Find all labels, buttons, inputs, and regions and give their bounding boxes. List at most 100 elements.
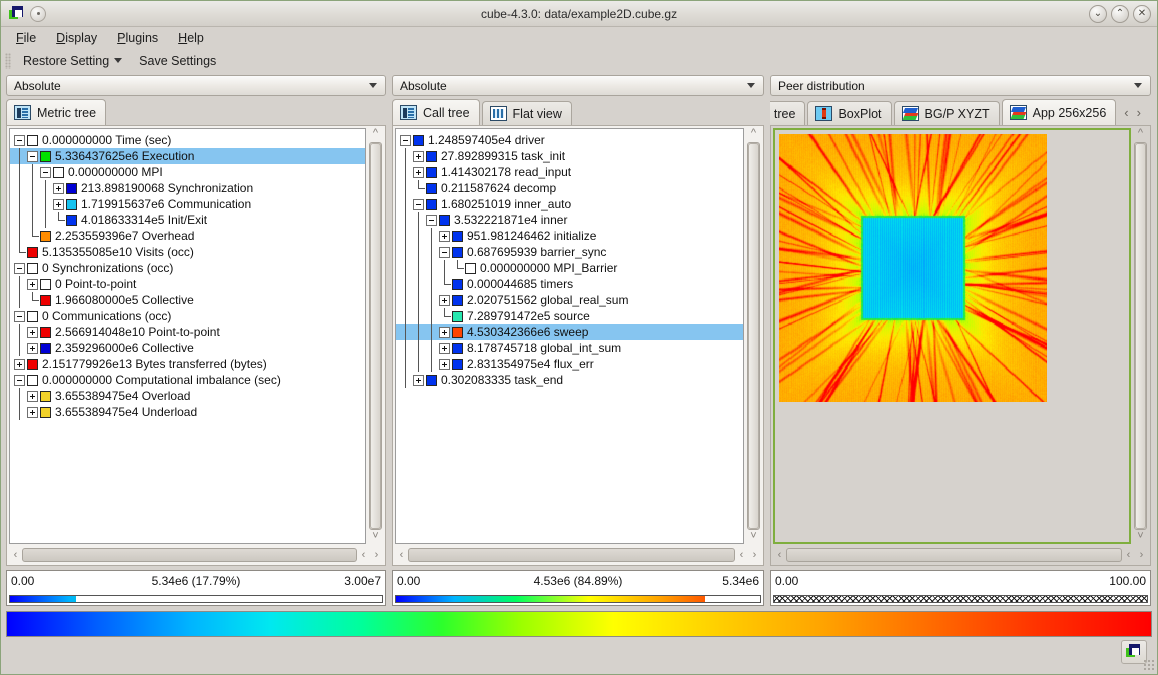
tree-row[interactable]: 27.892899315 task_init: [396, 148, 743, 164]
tree-row[interactable]: 2.566914048e10 Point-to-point: [10, 324, 365, 340]
tree-row[interactable]: 8.178745718 global_int_sum: [396, 340, 743, 356]
tree-row[interactable]: 0.000000000 Computational imbalance (sec…: [10, 372, 365, 388]
tab-boxplot[interactable]: BoxPlot: [807, 101, 891, 125]
toolbar-grip[interactable]: [5, 53, 11, 69]
scroll-thumb[interactable]: [370, 143, 381, 529]
tree-row[interactable]: 2.359296000e6 Collective: [10, 340, 365, 356]
tree-row[interactable]: 0 Point-to-point: [10, 276, 365, 292]
scroll-down-icon[interactable]: ˅: [1137, 531, 1143, 544]
tree-row[interactable]: 4.530342366e6 sweep: [396, 324, 743, 340]
scroll-left-icon[interactable]: ‹: [395, 549, 408, 561]
call-horizontal-scrollbar[interactable]: ‹ ‹ ›: [395, 546, 761, 563]
system-horizontal-scrollbar[interactable]: ‹ ‹ ›: [773, 546, 1148, 563]
tree-row[interactable]: 2.831354975e4 flux_err: [396, 356, 743, 372]
tree-row[interactable]: 0.000000000 Time (sec): [10, 132, 365, 148]
metric-tree-view[interactable]: 0.000000000 Time (sec)5.336437625e6 Exec…: [9, 128, 366, 544]
expand-icon[interactable]: [439, 231, 450, 242]
tab-bgp-xyzt[interactable]: BG/P XYZT: [894, 101, 1000, 125]
scroll-left-step-icon[interactable]: ‹: [735, 549, 748, 561]
minimize-button[interactable]: ⌄: [1089, 5, 1107, 23]
tree-row[interactable]: 0.000000000 MPI_Barrier: [396, 260, 743, 276]
resize-grip[interactable]: [1143, 659, 1155, 671]
tree-row[interactable]: 0.000044685 timers: [396, 276, 743, 292]
tree-row[interactable]: 0 Synchronizations (occ): [10, 260, 365, 276]
save-settings-button[interactable]: Save Settings: [132, 52, 223, 70]
call-vertical-scrollbar[interactable]: ^ ˅: [746, 128, 761, 544]
tree-row[interactable]: 3.532221871e4 inner: [396, 212, 743, 228]
expand-icon[interactable]: [413, 151, 424, 162]
maximize-button[interactable]: ⌃: [1111, 5, 1129, 23]
window-menu-icon[interactable]: [30, 6, 46, 22]
metric-horizontal-scrollbar[interactable]: ‹ ‹ ›: [9, 546, 383, 563]
tab-app-256x256[interactable]: App 256x256: [1002, 99, 1117, 125]
tree-row[interactable]: 5.135355085e10 Visits (occ): [10, 244, 365, 260]
collapse-icon[interactable]: [14, 135, 25, 146]
collapse-icon[interactable]: [14, 375, 25, 386]
tree-row[interactable]: 1.719915637e6 Communication: [10, 196, 365, 212]
collapse-icon[interactable]: [439, 247, 450, 258]
close-button[interactable]: ✕: [1133, 5, 1151, 23]
tree-row[interactable]: 0.687695939 barrier_sync: [396, 244, 743, 260]
tab-call-tree[interactable]: Call tree: [392, 99, 480, 125]
tree-row[interactable]: 3.655389475e4 Overload: [10, 388, 365, 404]
collapse-icon[interactable]: [14, 311, 25, 322]
expand-icon[interactable]: [53, 199, 64, 210]
scroll-thumb[interactable]: [786, 548, 1122, 562]
expand-icon[interactable]: [27, 407, 38, 418]
metric-vertical-scrollbar[interactable]: ^ ˅: [368, 128, 383, 544]
scroll-down-icon[interactable]: ˅: [750, 531, 756, 544]
menu-file[interactable]: File: [7, 29, 45, 47]
expand-icon[interactable]: [14, 359, 25, 370]
tab-prev-icon[interactable]: ‹: [1124, 105, 1128, 120]
scroll-right-icon[interactable]: ›: [370, 549, 383, 561]
tab-next-icon[interactable]: ›: [1137, 105, 1141, 120]
scroll-left-icon[interactable]: ‹: [773, 549, 786, 561]
scroll-down-icon[interactable]: ˅: [372, 531, 378, 544]
tree-row[interactable]: 2.253559396e7 Overhead: [10, 228, 365, 244]
expand-icon[interactable]: [439, 295, 450, 306]
metric-value-mode-select[interactable]: Absolute: [6, 75, 386, 96]
tree-row[interactable]: 0 Communications (occ): [10, 308, 365, 324]
expand-icon[interactable]: [439, 343, 450, 354]
tab-system-tree[interactable]: m tree: [770, 101, 805, 125]
scroll-right-icon[interactable]: ›: [1135, 549, 1148, 561]
tree-row[interactable]: 0.000000000 MPI: [10, 164, 365, 180]
scroll-right-icon[interactable]: ›: [748, 549, 761, 561]
tree-row[interactable]: 3.655389475e4 Underload: [10, 404, 365, 420]
scroll-thumb[interactable]: [408, 548, 735, 562]
tree-row[interactable]: 2.020751562 global_real_sum: [396, 292, 743, 308]
tree-row[interactable]: 1.680251019 inner_auto: [396, 196, 743, 212]
menu-display[interactable]: Display: [47, 29, 106, 47]
tree-row[interactable]: 0.302083335 task_end: [396, 372, 743, 388]
expand-icon[interactable]: [27, 391, 38, 402]
restore-setting-button[interactable]: Restore Setting: [16, 52, 129, 70]
scroll-up-icon[interactable]: ^: [751, 128, 756, 141]
menu-plugins[interactable]: Plugins: [108, 29, 167, 47]
collapse-icon[interactable]: [14, 263, 25, 274]
color-legend[interactable]: [6, 611, 1152, 637]
tree-row[interactable]: 1.966080000e5 Collective: [10, 292, 365, 308]
expand-icon[interactable]: [413, 375, 424, 386]
scroll-up-icon[interactable]: ^: [1138, 128, 1143, 141]
expand-icon[interactable]: [439, 327, 450, 338]
collapse-icon[interactable]: [400, 135, 411, 146]
system-vertical-scrollbar[interactable]: ^ ˅: [1133, 128, 1148, 544]
call-value-mode-select[interactable]: Absolute: [392, 75, 764, 96]
collapse-icon[interactable]: [40, 167, 51, 178]
tree-row[interactable]: 1.414302178 read_input: [396, 164, 743, 180]
scroll-thumb[interactable]: [748, 143, 759, 529]
scroll-left-step-icon[interactable]: ‹: [1122, 549, 1135, 561]
scroll-left-step-icon[interactable]: ‹: [357, 549, 370, 561]
topology-view[interactable]: [773, 128, 1131, 544]
tab-flat-view[interactable]: Flat view: [482, 101, 572, 125]
tree-row[interactable]: 1.248597405e4 driver: [396, 132, 743, 148]
collapse-icon[interactable]: [426, 215, 437, 226]
expand-icon[interactable]: [413, 167, 424, 178]
expand-icon[interactable]: [27, 327, 38, 338]
scroll-thumb[interactable]: [22, 548, 357, 562]
expand-icon[interactable]: [53, 183, 64, 194]
tree-row[interactable]: 0.211587624 decomp: [396, 180, 743, 196]
call-tree-view[interactable]: 1.248597405e4 driver27.892899315 task_in…: [395, 128, 744, 544]
collapse-icon[interactable]: [413, 199, 424, 210]
tree-row[interactable]: 951.981246462 initialize: [396, 228, 743, 244]
